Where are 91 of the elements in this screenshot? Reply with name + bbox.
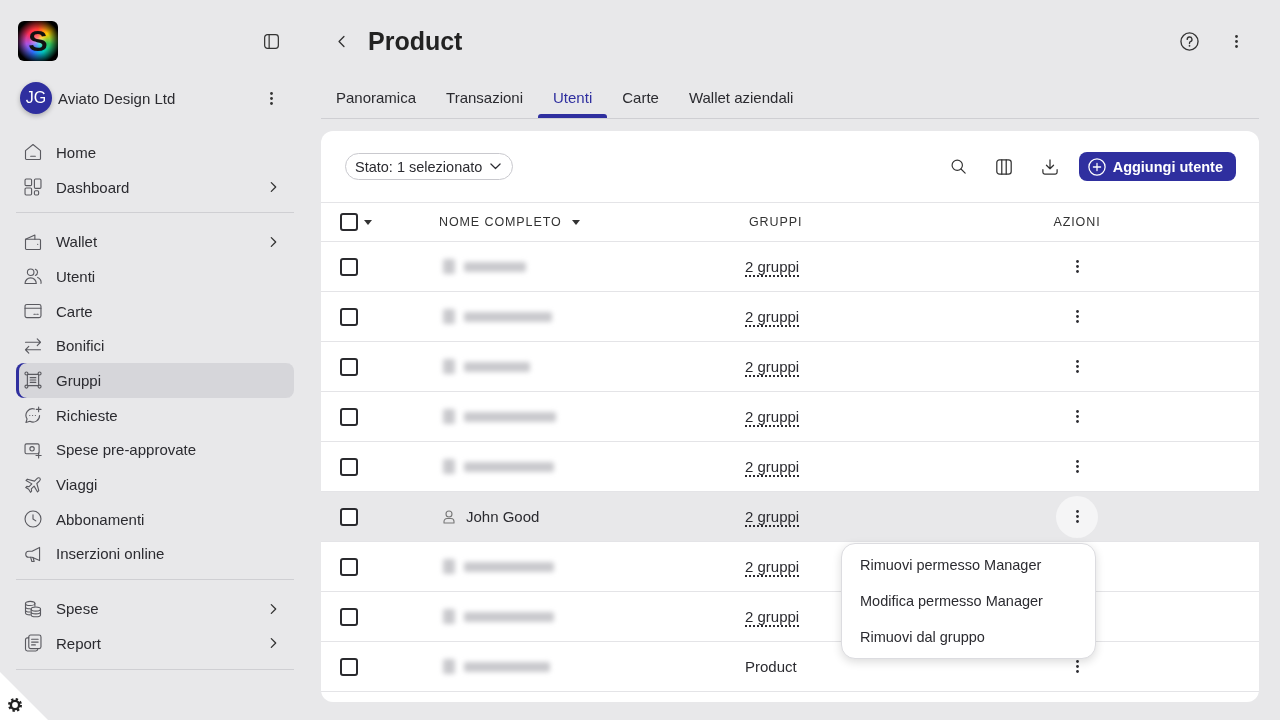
banknote-plus-icon (24, 440, 42, 459)
kebab-icon[interactable] (1075, 260, 1079, 273)
row-checkbox[interactable] (340, 407, 358, 426)
group-count-link[interactable]: 2 gruppi (745, 407, 800, 427)
megaphone-icon (24, 544, 42, 563)
chevron-right-icon (270, 235, 277, 248)
row-checkbox[interactable] (340, 357, 358, 376)
kebab-icon[interactable] (270, 91, 273, 105)
kebab-icon[interactable] (1075, 410, 1079, 423)
nav-item[interactable]: Bonifici (16, 328, 294, 364)
search-icon[interactable] (950, 159, 966, 174)
menu-item[interactable]: Rimuovi permesso Manager (842, 546, 1095, 583)
row-checkbox[interactable] (340, 557, 358, 576)
group-count-link[interactable]: 2 gruppi (745, 457, 800, 477)
tab[interactable]: Transazioni (431, 76, 539, 118)
nav-item[interactable]: Home (16, 135, 294, 170)
arrows-icon (24, 336, 42, 355)
nav-item[interactable]: Carte (16, 293, 294, 329)
columns-icon[interactable] (995, 158, 1012, 175)
download-icon[interactable] (1041, 158, 1058, 175)
chevron-down-icon (490, 163, 502, 170)
tab[interactable]: Wallet aziendali (673, 76, 809, 118)
nav-item[interactable]: Report (16, 625, 294, 661)
group-count-link[interactable]: 2 gruppi (745, 257, 800, 277)
page-title: Product (368, 26, 463, 56)
group-count-link[interactable]: 2 gruppi (745, 507, 800, 527)
avatar: JG (20, 82, 52, 114)
column-header: GRUPPI (749, 215, 803, 229)
person-icon (443, 509, 455, 524)
frame-icon (24, 371, 42, 390)
add-user-button[interactable]: Aggiungi utente (1078, 152, 1236, 181)
row-checkbox[interactable] (340, 657, 358, 676)
kebab-icon[interactable] (1075, 310, 1079, 323)
column-header: AZIONI (1053, 215, 1101, 229)
settings-corner[interactable] (0, 672, 48, 720)
wallet-icon (24, 232, 42, 251)
settings-icon (8, 698, 22, 712)
group-count-link[interactable]: 2 gruppi (745, 307, 800, 327)
plus-circle-icon (1087, 157, 1106, 176)
coins-icon (24, 599, 42, 618)
kebab-icon[interactable] (1075, 360, 1079, 373)
nav-item[interactable]: Richieste (16, 397, 294, 433)
group-count-link[interactable]: 2 gruppi (745, 607, 800, 627)
sidebar-toggle-icon[interactable] (264, 33, 279, 49)
row-checkbox[interactable] (340, 307, 358, 326)
nav-item[interactable]: Gruppi (16, 363, 294, 398)
account-name: Aviato Design Ltd (58, 89, 177, 107)
chevron-right-icon (270, 637, 277, 650)
caret-down-icon[interactable] (364, 219, 372, 225)
row-checkbox[interactable] (340, 257, 358, 276)
logo: S (18, 21, 58, 61)
help-icon[interactable] (1180, 31, 1199, 51)
menu-item[interactable]: Rimuovi dal gruppo (842, 618, 1095, 655)
sort-down-icon[interactable] (571, 219, 580, 225)
nav-item[interactable]: Spese pre-approvate (16, 432, 294, 468)
people-icon (24, 267, 42, 286)
nav-item[interactable]: Utenti (16, 259, 294, 294)
grid-icon (24, 178, 42, 197)
kebab-icon[interactable] (1235, 34, 1238, 48)
tab[interactable]: Panoramica (321, 76, 432, 118)
tab[interactable]: Utenti (538, 76, 608, 118)
chevron-right-icon (270, 181, 277, 194)
kebab-icon[interactable] (1075, 660, 1079, 673)
document-icon (24, 634, 42, 653)
chat-plus-icon (24, 406, 42, 425)
nav-item[interactable]: Abbonamenti (16, 501, 294, 537)
plane-icon (24, 475, 42, 494)
row-checkbox[interactable] (340, 607, 358, 626)
back-chevron-icon[interactable] (338, 34, 345, 48)
menu-item[interactable]: Modifica permesso Manager (842, 582, 1095, 619)
nav-item[interactable]: Dashboard (16, 169, 294, 205)
nav-item[interactable]: Inserzioni online (16, 536, 294, 572)
kebab-icon[interactable] (1075, 460, 1079, 473)
filter-dropdown[interactable]: Stato: 1 selezionato (345, 153, 514, 180)
chevron-right-icon (270, 602, 277, 615)
group-name: Product (745, 657, 797, 675)
card-icon (24, 302, 42, 321)
column-header: NOME COMPLETO (439, 215, 562, 229)
group-count-link[interactable]: 2 gruppi (745, 357, 800, 377)
nav-item[interactable]: Spese (16, 591, 294, 626)
select-all-checkbox[interactable] (340, 213, 358, 231)
tab[interactable]: Carte (607, 76, 674, 118)
nav-item[interactable]: Wallet (16, 224, 294, 260)
group-count-link[interactable]: 2 gruppi (745, 557, 800, 577)
clock-icon (24, 510, 42, 529)
nav-item[interactable]: Viaggi (16, 467, 294, 502)
user-name: John Good (466, 508, 540, 525)
house-icon (24, 143, 42, 162)
row-checkbox[interactable] (340, 457, 358, 476)
kebab-icon[interactable] (1075, 510, 1079, 523)
row-checkbox[interactable] (340, 507, 358, 526)
